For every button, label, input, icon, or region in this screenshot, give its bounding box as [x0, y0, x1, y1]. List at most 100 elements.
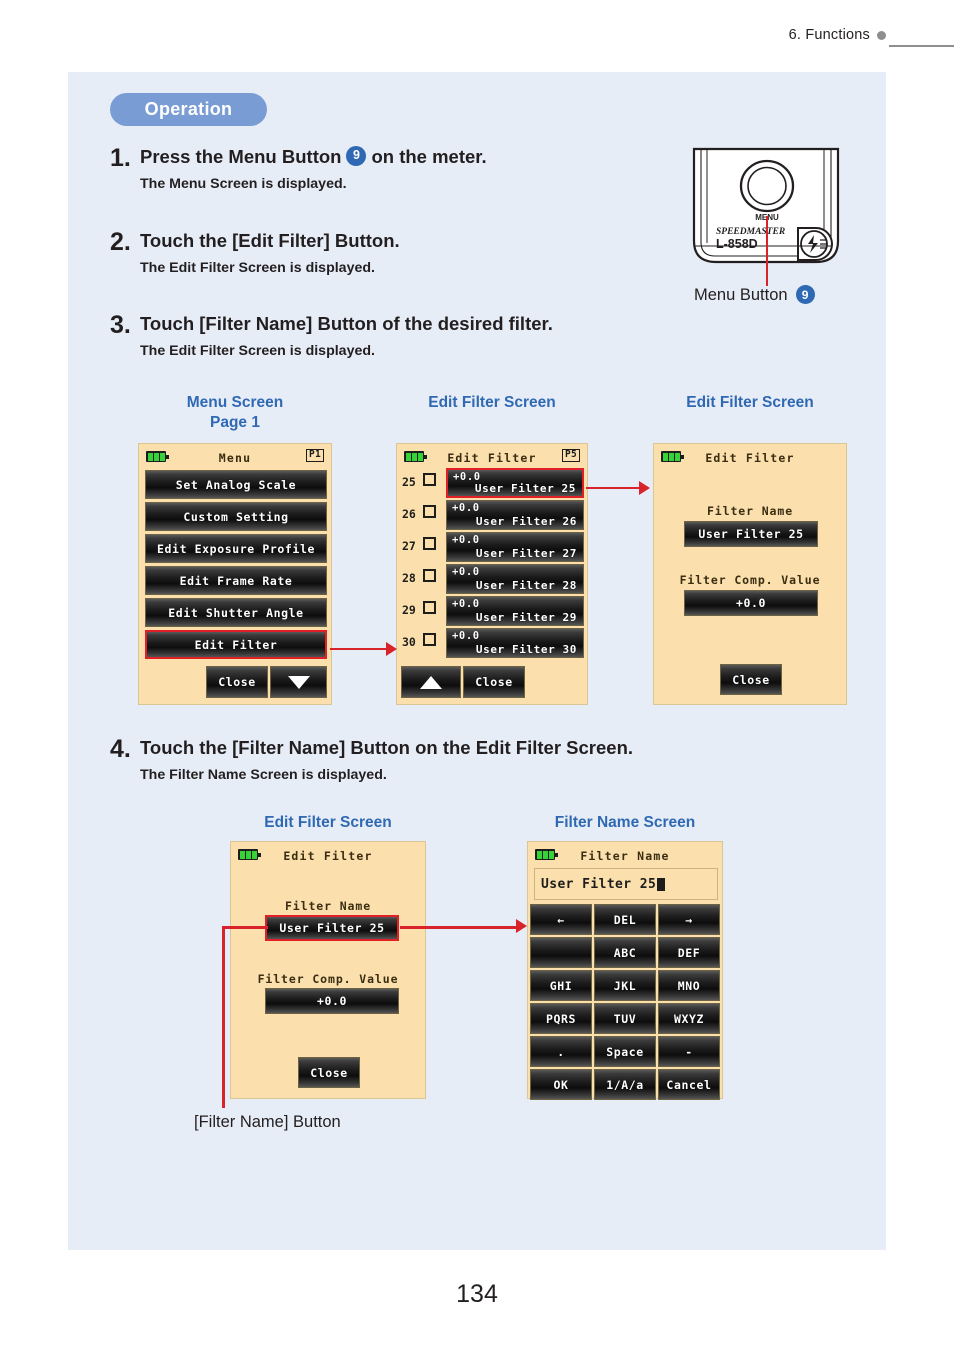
filter-comp-label: Filter Comp. Value: [679, 573, 821, 587]
edit-filter-detail-title-2: Edit Filter: [283, 849, 373, 863]
connector-line-2: [586, 487, 641, 489]
filter-name-label-2: Filter Name: [284, 899, 372, 913]
caption-edit-filter-screen-3: Edit Filter Screen: [264, 814, 392, 831]
key-tuv[interactable]: TUV: [594, 1003, 656, 1034]
filter-comp-value-button-2[interactable]: +0.0: [265, 988, 399, 1014]
filter-name-button-2[interactable]: User Filter 25: [265, 915, 399, 941]
filter-name-button[interactable]: User Filter 25: [684, 521, 818, 547]
key-period[interactable]: .: [530, 1036, 592, 1067]
step-1-number: 1.: [110, 144, 131, 172]
menu-item-edit-exposure-profile[interactable]: Edit Exposure Profile: [145, 534, 327, 563]
key-del[interactable]: DEL: [594, 904, 656, 935]
key-wxyz[interactable]: WXYZ: [658, 1003, 720, 1034]
key-blank[interactable]: [530, 937, 592, 968]
caption-menu-screen: Menu Screen Page 1: [138, 393, 332, 434]
key-cursor-right[interactable]: →: [658, 904, 720, 935]
step-3-subtext: The Edit Filter Screen is displayed.: [140, 343, 375, 360]
caption-edit-filter-screen-1: Edit Filter Screen: [428, 394, 556, 411]
filter-checkbox-26[interactable]: [423, 505, 436, 518]
menu-item-edit-shutter-angle[interactable]: Edit Shutter Angle: [145, 598, 327, 627]
filter-name-28: User Filter 28: [475, 579, 577, 592]
header-rule: [889, 45, 954, 47]
key-jkl[interactable]: JKL: [594, 970, 656, 1001]
callout-line-horizontal: [222, 926, 268, 929]
meter-caption: Menu Button 9: [694, 285, 820, 305]
filter-list-scroll-up-button[interactable]: [401, 666, 461, 698]
edit-filter-close-button-2[interactable]: Close: [298, 1057, 360, 1088]
filter-comp-value-button[interactable]: +0.0: [684, 590, 818, 616]
filter-checkbox-27[interactable]: [423, 537, 436, 550]
step-3-number: 3.: [110, 311, 131, 339]
chapter-title: 6. Functions: [788, 27, 870, 43]
menu-scroll-down-button[interactable]: [270, 666, 327, 698]
key-cancel[interactable]: Cancel: [658, 1069, 720, 1100]
caption-filter-name-screen: Filter Name Screen: [554, 814, 696, 831]
filter-checkbox-28[interactable]: [423, 569, 436, 582]
filter-comp-value-27: +0.0: [452, 534, 480, 546]
key-def[interactable]: DEF: [658, 937, 720, 968]
filter-row-button-29[interactable]: +0.0 User Filter 29: [446, 596, 584, 626]
filter-checkbox-29[interactable]: [423, 601, 436, 614]
svg-text:L-858D: L-858D: [716, 237, 758, 251]
filter-comp-value-26: +0.0: [452, 502, 480, 514]
key-space[interactable]: Space: [594, 1036, 656, 1067]
key-mode-toggle[interactable]: 1/A/a: [594, 1069, 656, 1100]
step-3: 3. Touch [Filter Name] Button of the des…: [110, 311, 553, 360]
key-ok[interactable]: OK: [530, 1069, 592, 1100]
menu-item-edit-frame-rate[interactable]: Edit Frame Rate: [145, 566, 327, 595]
step-1-subtext: The Menu Screen is displayed.: [140, 176, 347, 193]
menu-screen-lcd: Menu P1 Set Analog Scale Custom Setting …: [138, 443, 332, 705]
key-ghi[interactable]: GHI: [530, 970, 592, 1001]
filter-row-button-27[interactable]: +0.0 User Filter 27: [446, 532, 584, 562]
filter-name-25: User Filter 25: [474, 482, 576, 495]
triangle-up-icon: [420, 675, 442, 689]
key-pqrs[interactable]: PQRS: [530, 1003, 592, 1034]
menu-item-edit-filter[interactable]: Edit Filter: [145, 630, 327, 659]
step-4-title: Touch the [Filter Name] Button on the Ed…: [140, 737, 634, 758]
edit-filter-close-button[interactable]: Close: [720, 664, 782, 695]
filter-comp-value-28: +0.0: [452, 566, 480, 578]
filter-name-lcd: Filter Name User Filter 25 ← DEL → ABC D…: [527, 841, 723, 1100]
page-indicator: P1: [305, 449, 324, 462]
menu-close-button[interactable]: Close: [206, 666, 268, 698]
caption-edit-filter-screen-2: Edit Filter Screen: [686, 394, 814, 411]
filter-row-index-29: 29: [402, 603, 416, 617]
filter-row-index-27: 27: [402, 539, 416, 553]
filter-comp-value-30: +0.0: [452, 630, 480, 642]
page-indicator: P5: [561, 449, 580, 462]
caption-menu-screen-line1: Menu Screen: [186, 394, 284, 411]
key-abc[interactable]: ABC: [594, 937, 656, 968]
menu-item-set-analog-scale[interactable]: Set Analog Scale: [145, 470, 327, 499]
operation-badge: Operation: [110, 93, 267, 126]
step-2: 2. Touch the [Edit Filter] Button. The E…: [110, 230, 400, 277]
step-2-subtext: The Edit Filter Screen is displayed.: [140, 260, 375, 277]
svg-text:SPEEDMASTER: SPEEDMASTER: [716, 227, 785, 237]
filter-name-screen-title: Filter Name: [580, 849, 670, 863]
connector-line-3: [400, 926, 518, 929]
filter-row-index-25: 25: [402, 475, 416, 489]
manual-page: 6. Functions Operation 1. Press the Menu…: [0, 0, 954, 1354]
menu-item-custom-setting[interactable]: Custom Setting: [145, 502, 327, 531]
filter-name-input[interactable]: User Filter 25: [534, 868, 718, 900]
filter-list-lcd: Edit Filter P5 25 +0.0 User Filter 25 26…: [396, 443, 588, 705]
filter-name-26: User Filter 26: [475, 515, 577, 528]
filter-row-button-28[interactable]: +0.0 User Filter 28: [446, 564, 584, 594]
key-cursor-left[interactable]: ←: [530, 904, 592, 935]
filter-row-button-26[interactable]: +0.0 User Filter 26: [446, 500, 584, 530]
filter-row-index-30: 30: [402, 635, 416, 649]
filter-list-close-button[interactable]: Close: [463, 666, 525, 698]
operation-label: Operation: [144, 99, 233, 119]
triangle-down-icon: [287, 675, 310, 689]
meter-leader-line: [766, 216, 768, 286]
connector-arrow-3: [516, 919, 527, 933]
key-hyphen[interactable]: -: [658, 1036, 720, 1067]
edit-filter-detail-lcd: Edit Filter Filter Name User Filter 25 F…: [653, 443, 847, 705]
key-mno[interactable]: MNO: [658, 970, 720, 1001]
connector-arrow-2: [639, 481, 650, 495]
filter-checkbox-30[interactable]: [423, 633, 436, 646]
edit-filter-detail-title: Edit Filter: [705, 451, 795, 465]
filter-row-button-30[interactable]: +0.0 User Filter 30: [446, 628, 584, 658]
filter-row-button-25[interactable]: +0.0 User Filter 25: [446, 468, 584, 498]
filter-list-title: Edit Filter: [447, 451, 537, 465]
filter-checkbox-25[interactable]: [423, 473, 436, 486]
